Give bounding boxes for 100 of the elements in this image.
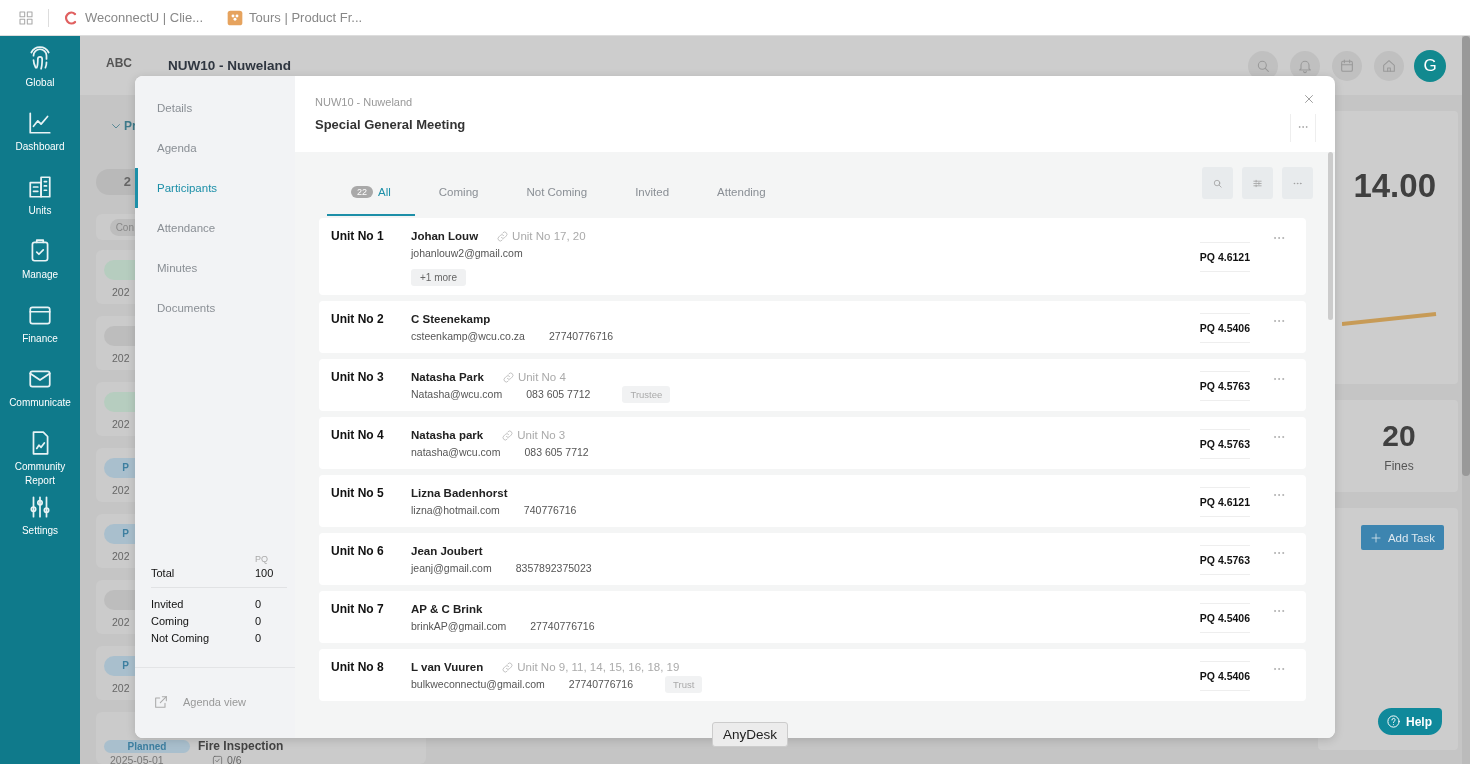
link-icon [501,428,515,442]
nav-item[interactable]: Manage [0,236,80,300]
linked-units: Unit No 4 [517,371,566,383]
linked-units: Unit No 17, 20 [512,230,586,242]
scrollbar[interactable] [1462,36,1470,764]
nav-item[interactable]: Units [0,172,80,236]
phone-number: 27740776716 [530,620,595,632]
count-pill: 2 [96,169,135,195]
summary-value: 0 [255,614,263,629]
email: lizna@hotmail.com [411,504,500,516]
nav-item[interactable]: Dashboard [0,108,80,172]
apps-grid-icon [18,9,34,26]
pq-value: PQ 4.5406 [1199,312,1250,343]
pq-value: PQ 4.5763 [1199,370,1250,401]
c-logo-icon [63,9,79,26]
phone-number: 27740776716 [548,330,614,342]
home-icon [1381,57,1397,74]
unit-label: Unit No 5 [331,485,385,500]
dialog-title: Special General Meeting [315,117,466,132]
nav-item[interactable]: Community Report [0,428,80,492]
add-task-button[interactable]: Add Task [1360,525,1444,550]
unit-label: Unit No 1 [331,228,385,243]
email: natasha@wcu.com [411,446,501,458]
status-pill: P [104,524,135,544]
status-pill: P [104,656,135,676]
pq-value: PQ 4.5763 [1199,544,1250,575]
search-icon [1212,177,1223,189]
unit-label: Unit No 6 [331,543,385,558]
email: csteenkamp@wcu.co.za [411,330,525,342]
menu-item[interactable]: Details [135,88,295,128]
nav-item[interactable]: Finance [0,300,80,364]
task-date: 202 [111,682,131,694]
filter-toggle[interactable]: Pr [96,115,137,137]
scrollbar[interactable] [1328,152,1333,320]
task-date: 202 [111,616,131,628]
summary-label: Coming [151,614,189,629]
agenda-view-link[interactable]: Agenda view [135,668,295,738]
menu-item[interactable]: Minutes [135,248,295,288]
role-tag: Trustee [622,385,671,403]
participant-name: Natasha park [411,429,484,441]
menu-item[interactable]: Documents [135,288,295,328]
link-icon [501,370,515,384]
email: Natasha@wcu.com [411,388,503,400]
nav-item[interactable]: Global [0,44,80,108]
participant-name: AP & C Brink [411,603,483,615]
task-date: 202 [111,352,131,364]
tab[interactable]: Not Coming [502,167,612,216]
participant-name: Natasha Park [411,371,484,383]
phone-number: 083 605 7712 [526,388,591,400]
filter-button[interactable] [1242,167,1273,199]
phone-number: 740776716 [523,504,577,516]
status-pill: P [104,458,135,478]
task-date: 202 [111,484,131,496]
unit-label: Unit No 3 [331,369,385,384]
summary-value: 0 [255,597,263,612]
page-title: NUW10 - Nuweland [168,58,291,73]
phone-number: 27740776716 [568,678,634,690]
stat-value: 14.00 [1353,167,1436,205]
more-button[interactable] [1282,167,1313,199]
more-button[interactable] [1290,114,1316,142]
unit-label: Unit No 8 [331,659,385,674]
tab[interactable]: Invited [611,167,694,216]
external-link-icon [153,694,169,710]
plus-icon [1369,531,1382,544]
more-chip[interactable]: +1 more [411,269,466,286]
help-button[interactable]: Help [1378,708,1442,735]
bookmark[interactable]: WeconnectU | Clie... [63,9,203,26]
linked-units: Unit No 9, 11, 14, 15, 16, 18, 19 [517,661,680,673]
tab[interactable]: Coming [414,167,503,216]
close-icon [1303,93,1315,105]
avatar[interactable]: G [1414,49,1446,82]
search-button[interactable] [1202,167,1233,199]
participant-name: C Steenekamp [411,313,491,325]
company-logo: ABC [106,55,133,70]
tab[interactable]: Attending [693,167,790,216]
nav-item[interactable]: Communicate [0,364,80,428]
pq-value: PQ 4.6121 [1199,242,1250,272]
pq-value: PQ 4.6121 [1199,486,1250,517]
tooltip: AnyDesk [712,722,789,747]
unit-label: Unit No 7 [331,601,385,616]
task-date: 202 [111,550,131,562]
checkbox-icon [212,754,223,764]
email: johanlouw2@gmail.com [411,247,523,259]
summary-value: 0 [255,631,263,646]
stat-value: 20 [1382,419,1416,453]
summary-label: Invited [151,597,184,612]
menu-item[interactable]: Agenda [135,128,295,168]
bookmark[interactable]: Tours | Product Fr... [227,9,363,26]
link-icon [501,660,515,674]
unit-label: Unit No 2 [331,311,385,326]
email: brinkAP@gmail.com [411,620,507,632]
question-icon [1386,714,1401,729]
task-date: 202 [111,418,131,430]
menu-item[interactable]: Attendance [135,208,295,248]
linked-units: Unit No 3 [517,429,566,441]
nav-item[interactable]: Settings [0,492,80,556]
calendar-button[interactable] [1332,50,1362,81]
tab[interactable]: 22 All [327,167,415,216]
home-button[interactable] [1374,50,1404,81]
task-date: 2025-05-01 [109,753,165,764]
